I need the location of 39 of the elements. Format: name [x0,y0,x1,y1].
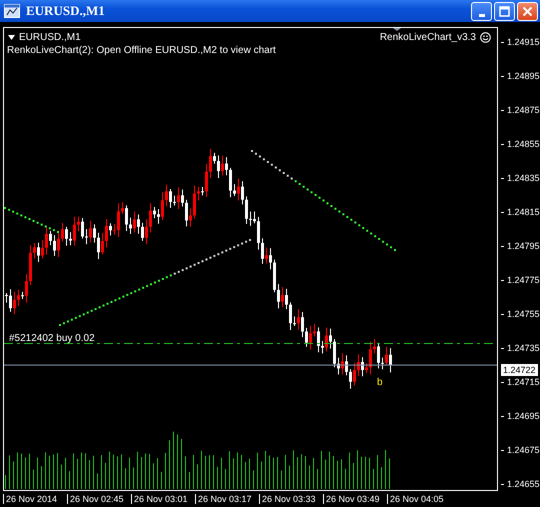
dotted-trend-line [4,207,59,233]
maximize-icon [499,6,510,16]
minimize-icon [478,14,484,16]
indicator-name: RenkoLiveChart_v3.3 [380,32,476,43]
time-label: 26 Nov 03:49 [323,494,380,504]
price-label: 1.24655 [507,479,540,489]
order-label: #5212402 buy 0.02 [9,333,95,344]
window-title: EURUSD.,M1 [26,3,105,19]
time-label: 26 Nov 02:45 [67,494,124,504]
price-label: 1.24695 [507,411,540,421]
price-label: 1.24835 [507,173,540,183]
price-label: 1.24755 [507,309,540,319]
chart-shift-icon[interactable] [393,28,401,31]
price-label: 1.24775 [507,275,540,285]
time-label: 26 Nov 03:17 [195,494,252,504]
price-label: 1.24915 [507,37,540,47]
smiley-icon [480,32,491,43]
price-label: 1.24895 [507,71,540,81]
close-icon [522,6,533,16]
chart-symbol: EURUSD.,M1 [19,32,81,43]
minimize-button[interactable] [471,2,492,20]
close-button[interactable] [517,2,538,20]
price-label: 1.24815 [507,207,540,217]
maximize-button[interactable] [494,2,515,20]
time-label: 26 Nov 04:05 [387,494,444,504]
time-label: 26 Nov 2014 [3,494,58,504]
time-label: 26 Nov 03:33 [259,494,316,504]
price-label: 1.24735 [507,343,540,353]
trade-marker: b [377,377,383,388]
price-label: 1.24875 [507,105,540,115]
price-label: 1.24675 [507,445,540,455]
price-label: 1.24715 [507,377,540,387]
price-label: 1.24795 [507,241,540,251]
indicator-message: RenkoLiveChart(2): Open Offline EURUSD.,M2 to view chart [7,45,276,56]
current-price-label: 1.24722 [501,364,538,376]
chart-window-icon [4,4,20,18]
time-label: 26 Nov 03:01 [131,494,188,504]
dropdown-triangle-icon[interactable] [8,35,15,40]
price-label: 1.24855 [507,139,540,149]
